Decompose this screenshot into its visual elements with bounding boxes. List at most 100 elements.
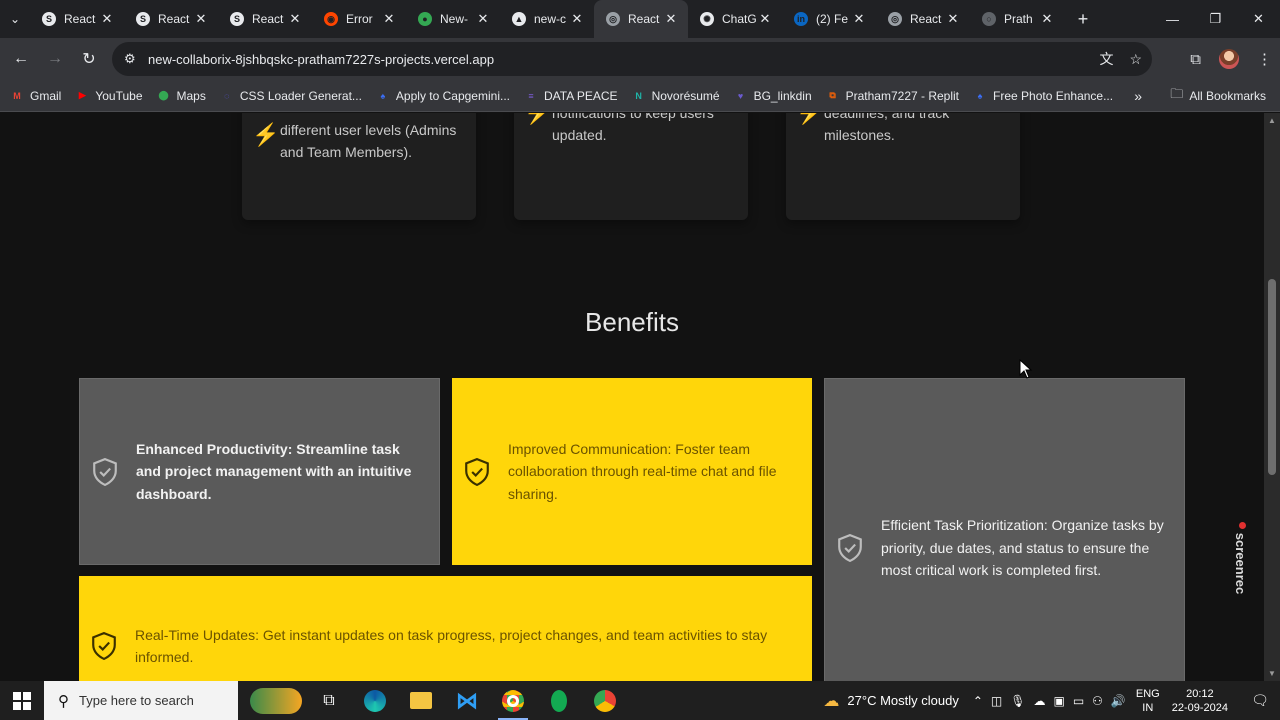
bookmark-item[interactable]: N Novorésumé xyxy=(632,88,720,103)
input-language[interactable]: ENG IN xyxy=(1136,687,1160,715)
network-icon[interactable]: ⚇ xyxy=(1092,694,1103,708)
tab-close-icon[interactable]: ✕ xyxy=(946,11,960,27)
tab-close-icon[interactable]: ✕ xyxy=(570,11,584,27)
bookmark-label: CSS Loader Generat... xyxy=(239,88,362,103)
browser-tab[interactable]: in (2) Fe ✕ xyxy=(782,0,876,38)
weather-cloud-icon: ☁ xyxy=(823,692,840,710)
tray-icons: ⌃ ◫ 🎙 ☁ ▣ ▭ ⚇ 🔊 xyxy=(973,694,1126,708)
task-view-icon[interactable]: ⧉ xyxy=(306,681,352,720)
tab-close-icon[interactable]: ✕ xyxy=(382,11,396,27)
minimize-icon[interactable]: — xyxy=(1151,0,1194,38)
browser-tab[interactable]: S React ✕ xyxy=(218,0,312,38)
browser-tab[interactable]: S React ✕ xyxy=(30,0,124,38)
all-bookmarks-button[interactable]: 🗀 All Bookmarks xyxy=(1170,80,1266,112)
chrome-profile-icon[interactable] xyxy=(582,681,628,720)
close-window-icon[interactable]: ✕ xyxy=(1237,0,1280,38)
tab-favicon-icon: ○ xyxy=(982,12,996,26)
scroll-down-arrow-icon[interactable]: ▼ xyxy=(1264,669,1280,678)
url-text[interactable]: new-collaborix-8jshbqskc-pratham7227s-pr… xyxy=(148,52,494,67)
tab-search-button[interactable]: ⌄ xyxy=(0,0,30,38)
tab-favicon-icon: S xyxy=(230,12,244,26)
battery-icon[interactable]: ▭ xyxy=(1073,694,1084,708)
tab-close-icon[interactable]: ✕ xyxy=(852,11,866,27)
back-button[interactable]: ← xyxy=(4,42,38,76)
tab-title: Error xyxy=(346,12,373,26)
tab-close-icon[interactable]: ✕ xyxy=(1040,11,1054,27)
scroll-thumb[interactable] xyxy=(1268,279,1276,475)
tab-close-icon[interactable]: ✕ xyxy=(194,11,208,27)
scroll-up-arrow-icon[interactable]: ▲ xyxy=(1264,116,1280,125)
tab-favicon-icon: S xyxy=(42,12,56,26)
browser-tab[interactable]: ● New- ✕ xyxy=(406,0,500,38)
tab-title: (2) Fe xyxy=(816,12,849,26)
tab-close-icon[interactable]: ✕ xyxy=(476,11,490,27)
edge-icon[interactable] xyxy=(352,681,398,720)
bookmark-item[interactable]: ♥ BG_linkdin xyxy=(734,89,812,103)
file-explorer-icon[interactable] xyxy=(398,681,444,720)
site-info-icon[interactable]: ⚙ xyxy=(124,51,146,67)
window-controls: — ❐ ✕ xyxy=(1151,0,1280,38)
volume-icon[interactable]: 🔊 xyxy=(1111,694,1126,708)
chrome-icon[interactable] xyxy=(490,681,536,720)
tab-close-icon[interactable]: ✕ xyxy=(758,11,772,27)
bookmark-star-icon[interactable]: ☆ xyxy=(1129,51,1142,68)
browser-tab[interactable]: ◉ Error ✕ xyxy=(312,0,406,38)
windows-start-button[interactable] xyxy=(0,681,44,720)
bookmark-item[interactable]: ♠ Apply to Capgemini... xyxy=(376,89,510,103)
microphone-icon[interactable]: 🎙 xyxy=(1010,694,1025,708)
browser-tab[interactable]: ▲ new-c ✕ xyxy=(500,0,594,38)
mongodb-compass-icon[interactable] xyxy=(536,681,582,720)
bookmark-item[interactable]: ◌ CSS Loader Generat... xyxy=(220,89,362,103)
taskbar-search-input[interactable]: ⚲ Type here to search xyxy=(44,681,238,720)
meet-now-icon[interactable]: ◫ xyxy=(991,694,1002,708)
bookmark-item[interactable]: ⧉ Pratham7227 - Replit xyxy=(826,89,959,103)
browser-tab[interactable]: ◎ React ✕ xyxy=(876,0,970,38)
profile-avatar[interactable] xyxy=(1219,49,1239,69)
browser-tab[interactable]: ✺ ChatG ✕ xyxy=(688,0,782,38)
reload-button[interactable]: ↻ xyxy=(72,42,106,76)
restore-icon[interactable]: ❐ xyxy=(1194,0,1237,38)
forward-button[interactable]: → xyxy=(38,42,72,76)
new-tab-button[interactable]: + xyxy=(1068,9,1098,30)
bookmark-item[interactable]: M Gmail xyxy=(10,89,61,103)
feature-text: Assign team members, set deadlines, and … xyxy=(824,113,949,143)
vscode-icon[interactable]: ⋈ xyxy=(444,681,490,720)
browser-tab[interactable]: ◎ React ✕ xyxy=(594,0,688,38)
translate-icon[interactable]: 文 xyxy=(1099,49,1113,69)
benefit-card-prioritization: Efficient Task Prioritization: Organize … xyxy=(824,378,1185,681)
tab-favicon-icon: S xyxy=(136,12,150,26)
tab-close-icon[interactable]: ✕ xyxy=(664,11,678,27)
display-icon[interactable]: ▣ xyxy=(1053,694,1064,708)
page-scrollbar[interactable]: ▲ ▼ xyxy=(1264,113,1280,681)
tab-favicon-icon: ● xyxy=(418,12,432,26)
taskbar-widget-icon[interactable] xyxy=(246,681,306,720)
bookmark-item[interactable]: ♠ Free Photo Enhance... xyxy=(973,89,1113,103)
tab-title: React xyxy=(64,12,96,26)
taskbar-apps: ⧉ ⋈ xyxy=(246,681,628,720)
shield-check-icon xyxy=(838,534,862,562)
tab-close-icon[interactable]: ✕ xyxy=(288,11,302,27)
extensions-icon[interactable]: ⧉ xyxy=(1190,51,1201,68)
bookmark-item[interactable]: ⬤ Maps xyxy=(157,89,205,103)
lightning-icon: ⚡ xyxy=(252,122,280,147)
taskbar-clock[interactable]: 20:12 22-09-2024 xyxy=(1172,687,1228,715)
browser-tab[interactable]: S React ✕ xyxy=(124,0,218,38)
more-bookmarks-button[interactable]: » xyxy=(1134,80,1142,112)
address-bar[interactable]: ⚙ new-collaborix-8jshbqskc-pratham7227s-… xyxy=(112,42,1152,76)
bookmark-favicon-icon: ⧉ xyxy=(829,90,836,100)
menu-kebab-icon[interactable]: ⋮ xyxy=(1257,50,1272,68)
weather-widget[interactable]: ☁ 27°C Mostly cloudy xyxy=(823,691,958,711)
bookmark-label: DATA PEACE xyxy=(543,88,618,103)
bookmark-item[interactable]: ≡ DATA PEACE xyxy=(524,88,618,103)
bookmark-item[interactable]: ▶ YouTube xyxy=(75,89,143,103)
bookmark-label: Novorésumé xyxy=(651,88,720,103)
bookmarks-bar: M Gmail ▶ YouTube ⬤ Maps ◌ CSS Loader Generat..… xyxy=(0,80,1280,112)
weather-text: 27°C Mostly cloudy xyxy=(847,693,959,708)
tab-close-icon[interactable]: ✕ xyxy=(100,11,114,27)
onedrive-icon[interactable]: ☁ xyxy=(1033,694,1045,708)
notification-center-icon[interactable]: 🗨 xyxy=(1240,692,1280,709)
windows-taskbar: ⚲ Type here to search ⧉ ⋈ ☁ 27°C Mostly … xyxy=(0,681,1280,720)
tray-chevron-up-icon[interactable]: ⌃ xyxy=(973,694,983,708)
screenrec-widget[interactable]: screenrec xyxy=(1233,516,1252,600)
browser-tab[interactable]: ○ Prath ✕ xyxy=(970,0,1064,38)
